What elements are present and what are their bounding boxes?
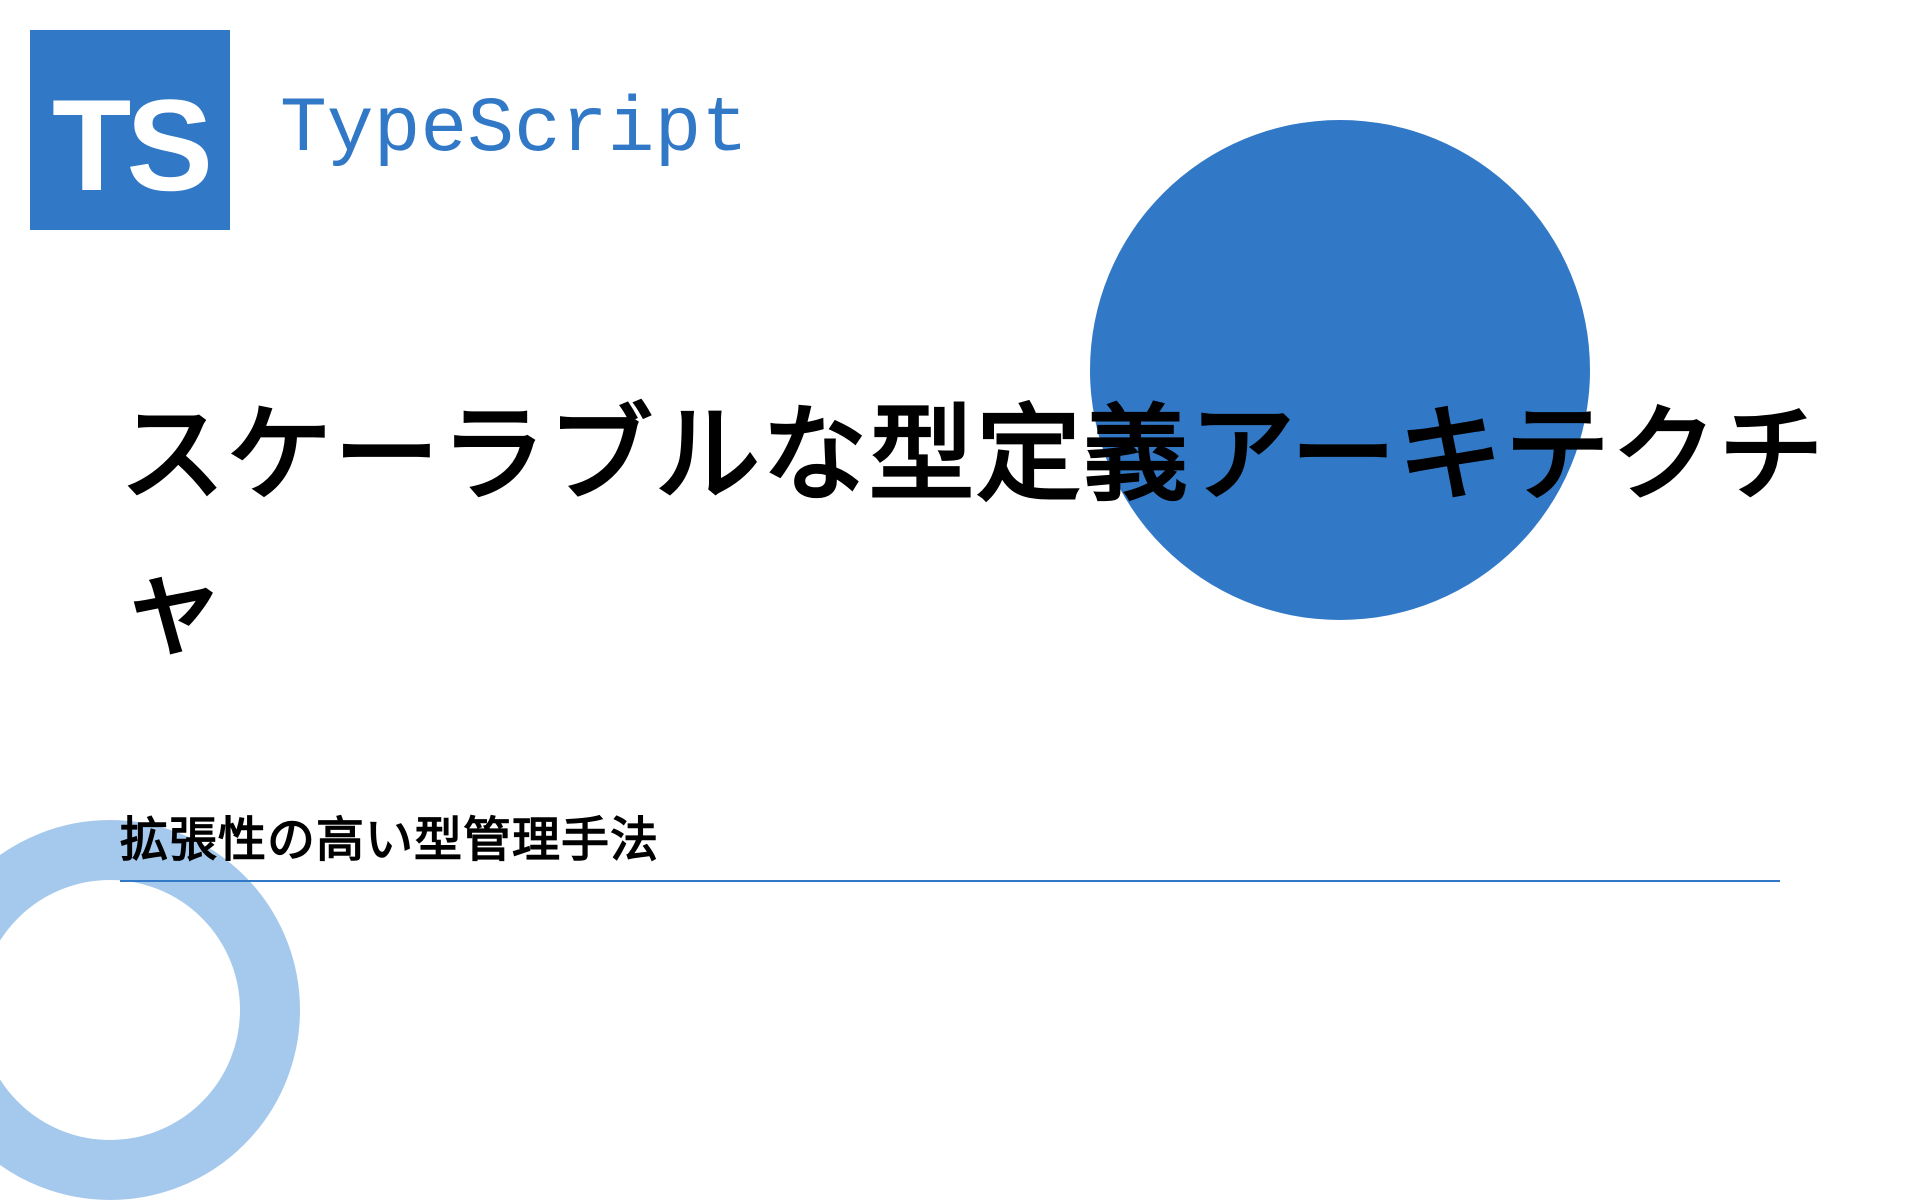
slide-title: スケーラブルな型定義アーキテクチャ <box>120 380 1920 685</box>
logo-section: TS TypeScript <box>30 30 748 230</box>
logo-badge-text: TS <box>52 80 208 210</box>
brand-name: TypeScript <box>280 86 748 174</box>
decorative-ring <box>0 820 300 1200</box>
subtitle-divider <box>120 880 1780 882</box>
typescript-logo-icon: TS <box>30 30 230 230</box>
slide-subtitle: 拡張性の高い型管理手法 <box>120 800 659 870</box>
